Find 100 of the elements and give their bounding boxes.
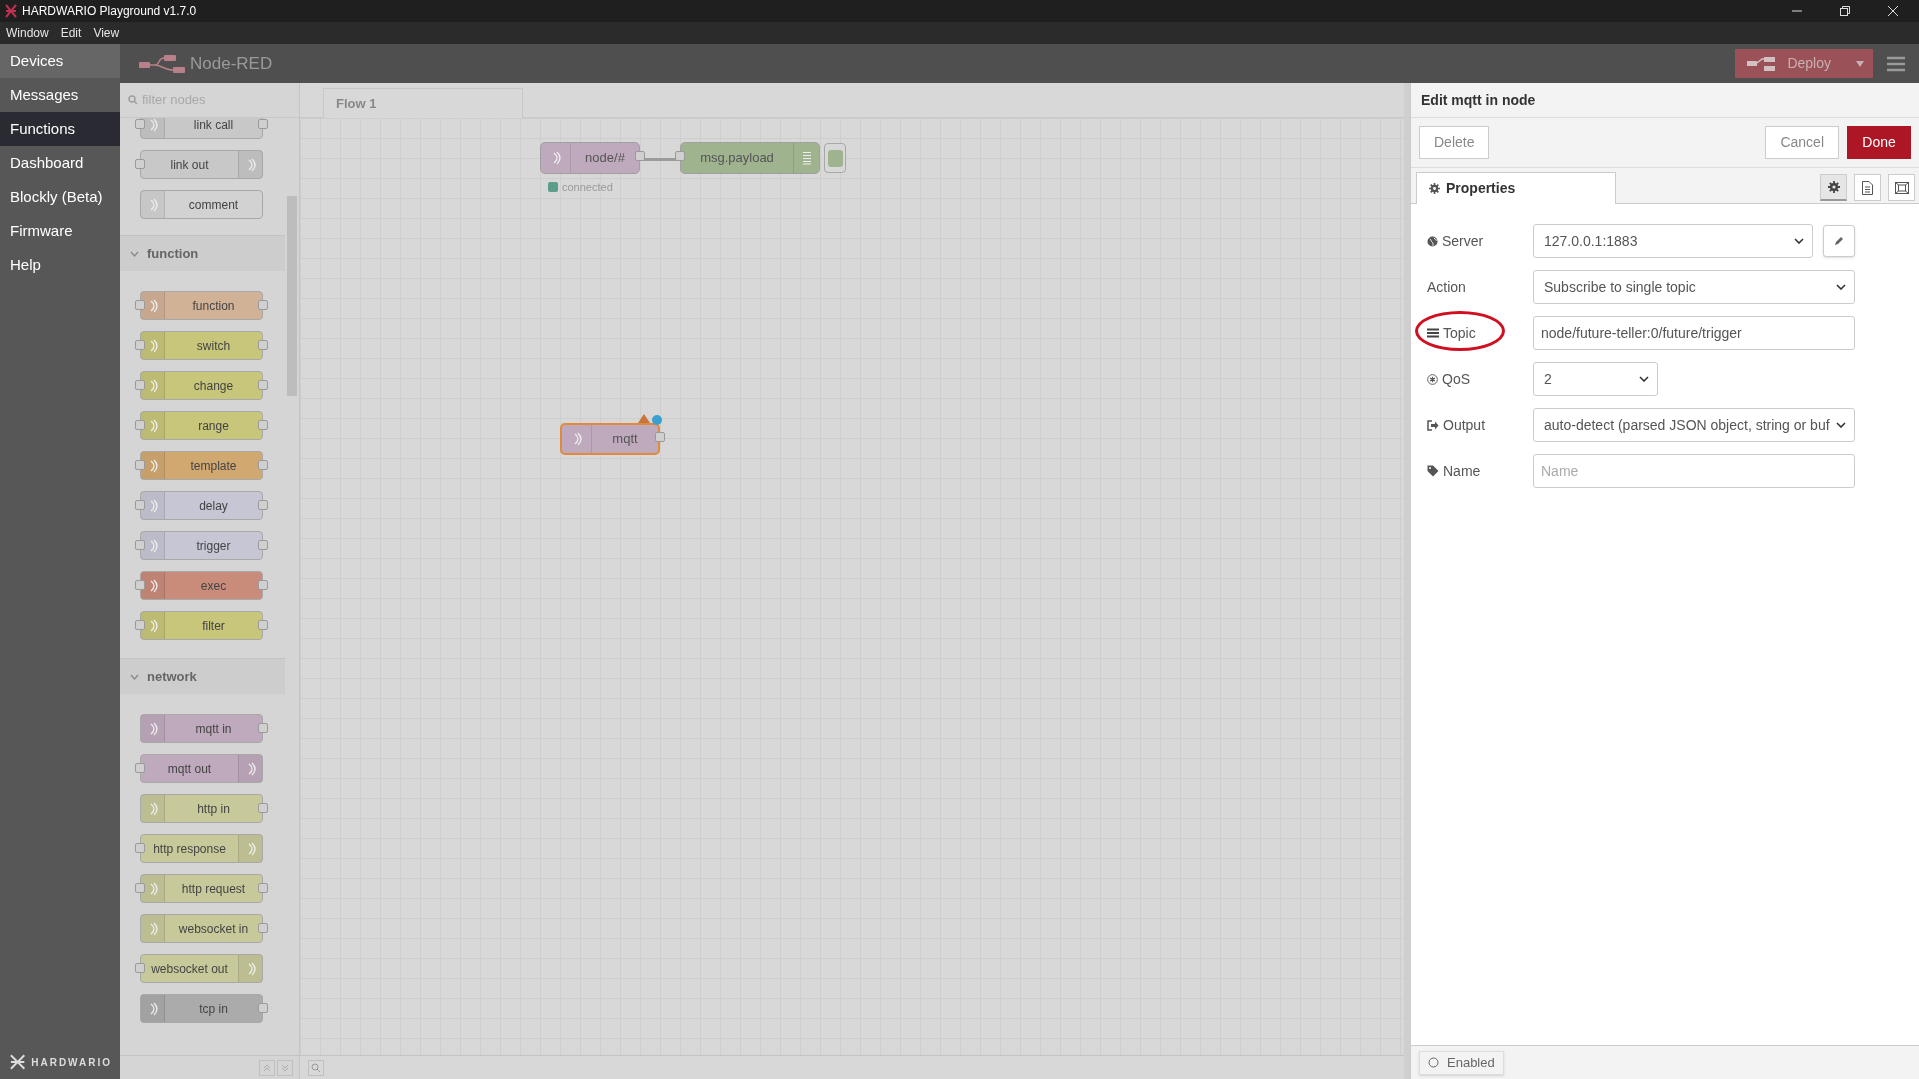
palette-node[interactable]: change <box>140 371 263 400</box>
input-port[interactable] <box>135 843 145 853</box>
output-port[interactable] <box>635 151 645 161</box>
field-label: Action <box>1427 277 1466 297</box>
menu-item[interactable]: View <box>93 24 120 42</box>
cancel-button[interactable]: Cancel <box>1765 126 1839 159</box>
toggle-button[interactable] <box>824 143 846 173</box>
description-button[interactable] <box>1854 174 1881 201</box>
palette-node[interactable]: link call <box>140 118 263 139</box>
palette-node[interactable]: exec <box>140 571 263 600</box>
field-label: Server <box>1442 231 1484 251</box>
chevron-icon <box>1639 376 1649 382</box>
category-header[interactable]: function <box>120 235 285 271</box>
output-port[interactable] <box>258 119 268 129</box>
nav-item[interactable]: Functions <box>0 112 120 146</box>
input-port[interactable] <box>135 580 145 590</box>
collapse-all-button[interactable] <box>259 1059 275 1076</box>
palette-node[interactable]: filter <box>140 611 263 640</box>
output-port[interactable] <box>258 803 268 813</box>
close-icon[interactable] <box>1887 5 1899 17</box>
category-header[interactable]: network <box>120 658 285 694</box>
output-port[interactable] <box>258 420 268 430</box>
output-port[interactable] <box>258 500 268 510</box>
field-label: Name <box>1443 461 1481 481</box>
palette-node[interactable]: mqtt in <box>140 714 263 743</box>
chevron-icon <box>1836 284 1846 290</box>
done-button[interactable]: Done <box>1847 126 1911 159</box>
delete-button[interactable]: Delete <box>1419 126 1490 159</box>
output-port[interactable] <box>258 540 268 550</box>
output-port[interactable] <box>258 883 268 893</box>
output-port[interactable] <box>258 580 268 590</box>
text-input[interactable]: Name <box>1533 454 1855 488</box>
output-port[interactable] <box>258 1003 268 1013</box>
palette-node[interactable]: websocket out <box>140 954 263 983</box>
menu-item[interactable]: Edit <box>60 24 82 42</box>
select-field[interactable]: 127.0.0.1:1883 <box>1533 224 1813 258</box>
double-chevron-up-icon <box>263 1063 271 1072</box>
select-field[interactable]: auto-detect (parsed JSON object, string or buf <box>1533 408 1855 442</box>
palette-node[interactable]: tcp in <box>140 994 263 1023</box>
asterisk-circle-icon <box>1427 373 1438 385</box>
restore-icon[interactable] <box>1839 5 1851 17</box>
input-port[interactable] <box>135 540 145 550</box>
palette-node[interactable]: range <box>140 411 263 440</box>
palette-node[interactable]: http request <box>140 874 263 903</box>
input-port[interactable] <box>135 763 145 773</box>
select-field[interactable]: 2 <box>1533 362 1658 396</box>
palette-node[interactable]: trigger <box>140 531 263 560</box>
input-port[interactable] <box>135 119 145 129</box>
search-button[interactable] <box>308 1059 324 1076</box>
input-port[interactable] <box>135 500 145 510</box>
palette-node[interactable]: http in <box>140 794 263 823</box>
flow-canvas[interactable]: node/# connected msg.payload mqtt <box>300 118 1404 1055</box>
menu-icon[interactable] <box>1886 55 1906 72</box>
output-port[interactable] <box>258 340 268 350</box>
enabled-toggle[interactable]: Enabled <box>1419 1050 1504 1075</box>
palette-node[interactable]: delay <box>140 491 263 520</box>
palette-node[interactable]: comment <box>140 190 263 219</box>
sign-out-icon <box>1427 419 1439 431</box>
palette-node[interactable]: switch <box>140 331 263 360</box>
flow-node[interactable]: node/# <box>540 142 640 174</box>
input-port[interactable] <box>135 420 145 430</box>
select-field[interactable]: Subscribe to single topic <box>1533 270 1855 304</box>
output-port[interactable] <box>258 300 268 310</box>
output-port[interactable] <box>258 923 268 933</box>
menu-item[interactable]: Window <box>6 24 49 42</box>
input-port[interactable] <box>135 380 145 390</box>
settings-icon <box>1827 181 1840 193</box>
field-label: QoS <box>1442 369 1470 389</box>
output-port[interactable] <box>655 432 665 442</box>
properties-tab[interactable]: Properties <box>1416 172 1616 204</box>
field-label: Topic <box>1443 323 1476 343</box>
list-icon <box>801 151 812 165</box>
palette-node[interactable]: function <box>140 291 263 320</box>
palette-node[interactable]: websocket in <box>140 914 263 943</box>
settings-button[interactable] <box>1820 174 1847 201</box>
nav-item[interactable]: Devices <box>0 44 120 78</box>
input-port[interactable] <box>135 460 145 470</box>
flow-node[interactable]: msg.payload <box>680 142 820 174</box>
output-port[interactable] <box>258 620 268 630</box>
expand-all-button[interactable] <box>277 1059 293 1076</box>
settings-icon <box>1429 183 1440 194</box>
input-port[interactable] <box>135 300 145 310</box>
output-port[interactable] <box>258 460 268 470</box>
text-input[interactable]: node/future-teller:0/future/trigger <box>1533 316 1855 350</box>
palette-node[interactable]: mqtt out <box>140 754 263 783</box>
flow-node[interactable]: mqtt <box>560 423 660 455</box>
palette-node[interactable]: link out <box>140 150 263 179</box>
input-port[interactable] <box>135 883 145 893</box>
appearance-button[interactable] <box>1888 174 1915 201</box>
palette-node[interactable]: template <box>140 451 263 480</box>
input-port[interactable] <box>135 963 145 973</box>
output-port[interactable] <box>258 723 268 733</box>
input-port[interactable] <box>135 620 145 630</box>
edit-button[interactable] <box>1823 225 1855 257</box>
caret-icon <box>1855 60 1865 67</box>
input-port[interactable] <box>135 159 145 169</box>
palette-node[interactable]: http response <box>140 834 263 863</box>
input-port[interactable] <box>135 340 145 350</box>
input-port[interactable] <box>675 151 685 161</box>
output-port[interactable] <box>258 380 268 390</box>
